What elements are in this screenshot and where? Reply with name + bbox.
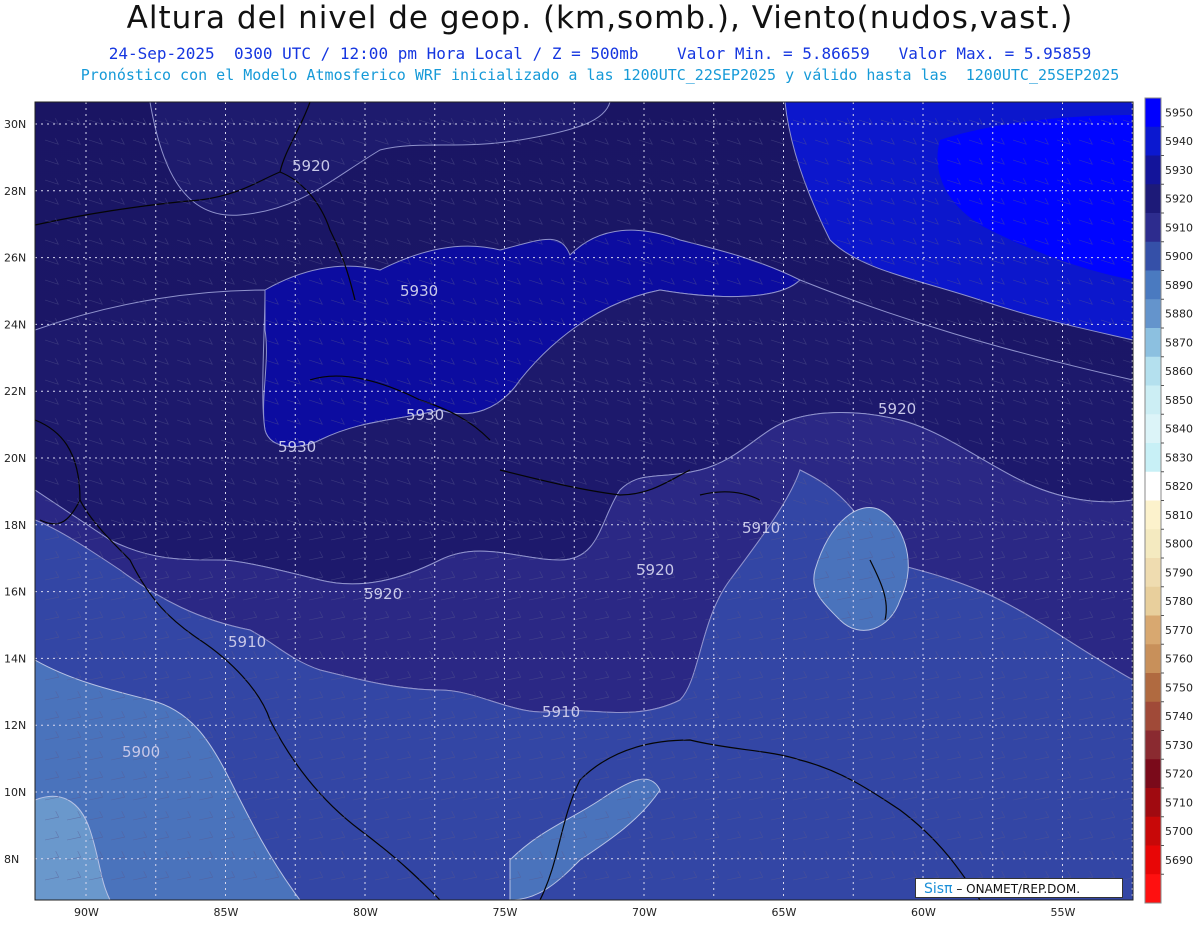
contour-label: 5930 xyxy=(400,282,438,300)
colorbar-swatch xyxy=(1145,558,1161,588)
latitude-labels: 30N 28N 26N 24N 22N 20N 18N 16N 14N 12N 10N 8N xyxy=(4,118,26,866)
colorbar-swatch xyxy=(1145,184,1161,214)
colorbar-label: 5780 xyxy=(1165,595,1193,608)
colorbar-swatch xyxy=(1145,730,1161,760)
longitude-label: 75W xyxy=(493,906,518,919)
colorbar-label: 5860 xyxy=(1165,365,1193,378)
colorbar: 5950 5940 5930 5920 5910 5900 5890 5880 5870 5860… xyxy=(1144,97,1193,904)
colorbar-label: 5840 xyxy=(1165,423,1193,436)
colorbar-swatch xyxy=(1145,586,1161,616)
colorbar-swatch xyxy=(1145,788,1161,818)
colorbar-label: 5800 xyxy=(1165,538,1193,551)
longitude-label: 80W xyxy=(353,906,378,919)
contour-label: 5910 xyxy=(542,703,580,721)
colorbar-label: 5900 xyxy=(1165,250,1193,263)
contour-label: 5910 xyxy=(742,519,780,537)
colorbar-swatch xyxy=(1145,270,1161,300)
colorbar-swatch xyxy=(1145,241,1161,271)
latitude-label: 16N xyxy=(4,586,26,599)
colorbar-label: 5870 xyxy=(1165,336,1193,349)
colorbar-swatch xyxy=(1145,299,1161,329)
colorbar-swatch xyxy=(1145,213,1161,243)
latitude-label: 8N xyxy=(4,853,19,866)
colorbar-label: 5740 xyxy=(1165,710,1193,723)
colorbar-label: 5880 xyxy=(1165,308,1193,321)
longitude-labels: 90W 85W 80W 75W 70W 65W 60W 55W xyxy=(74,906,1075,919)
latitude-label: 20N xyxy=(4,452,26,465)
colorbar-swatch xyxy=(1145,471,1161,501)
colorbar-label: 5710 xyxy=(1165,796,1193,809)
sispi-logo-text: Sisπ xyxy=(924,881,953,897)
contour-label: 5910 xyxy=(228,633,266,651)
colorbar-label: 5810 xyxy=(1165,509,1193,522)
colorbar-swatch xyxy=(1145,673,1161,703)
latitude-label: 22N xyxy=(4,385,26,398)
latitude-label: 10N xyxy=(4,786,26,799)
latitude-label: 30N xyxy=(4,118,26,131)
colorbar-swatch xyxy=(1145,328,1161,358)
colorbar-swatch xyxy=(1145,500,1161,530)
colorbar-label: 5790 xyxy=(1165,566,1193,579)
contour-label: 5900 xyxy=(122,743,160,761)
colorbar-swatch xyxy=(1145,874,1161,904)
geopotential-map: 5920 5930 5930 5930 5920 5910 5920 5920 … xyxy=(4,97,1193,919)
colorbar-label: 5770 xyxy=(1165,624,1193,637)
colorbar-label: 5850 xyxy=(1165,394,1193,407)
contour-label: 5920 xyxy=(364,585,402,603)
colorbar-swatch xyxy=(1145,98,1161,128)
longitude-label: 90W xyxy=(74,906,99,919)
colorbar-swatch xyxy=(1145,816,1161,846)
longitude-label: 65W xyxy=(772,906,797,919)
latitude-label: 24N xyxy=(4,318,26,331)
colorbar-label: 5890 xyxy=(1165,279,1193,292)
colorbar-label: 5930 xyxy=(1165,164,1193,177)
latitude-label: 14N xyxy=(4,652,26,665)
colorbar-label: 5940 xyxy=(1165,135,1193,148)
colorbar-swatch xyxy=(1145,644,1161,674)
colorbar-swatch xyxy=(1145,155,1161,185)
colorbar-swatch xyxy=(1145,414,1161,444)
colorbar-label: 5950 xyxy=(1165,106,1193,119)
colorbar-swatch xyxy=(1145,356,1161,386)
colorbar-label: 5760 xyxy=(1165,653,1193,666)
longitude-label: 70W xyxy=(632,906,657,919)
contour-label: 5920 xyxy=(636,561,674,579)
colorbar-label: 5700 xyxy=(1165,825,1193,838)
colorbar-swatch xyxy=(1145,126,1161,156)
colorbar-swatch xyxy=(1145,385,1161,415)
colorbar-label: 5820 xyxy=(1165,480,1193,493)
colorbar-swatch xyxy=(1145,759,1161,789)
colorbar-swatch xyxy=(1145,529,1161,559)
colorbar-swatch xyxy=(1145,615,1161,645)
latitude-label: 28N xyxy=(4,185,26,198)
colorbar-label: 5910 xyxy=(1165,221,1193,234)
latitude-label: 18N xyxy=(4,519,26,532)
colorbar-swatch xyxy=(1145,701,1161,731)
longitude-label: 60W xyxy=(911,906,936,919)
contour-label: 5930 xyxy=(278,438,316,456)
onamet-logo: Sisπ – ONAMET/REP.DOM. xyxy=(915,878,1123,898)
logo-org: – ONAMET/REP.DOM. xyxy=(956,882,1081,896)
contour-label: 5930 xyxy=(406,406,444,424)
longitude-label: 55W xyxy=(1051,906,1076,919)
colorbar-swatch xyxy=(1145,443,1161,473)
colorbar-label: 5690 xyxy=(1165,854,1193,867)
contour-label: 5920 xyxy=(292,157,330,175)
latitude-label: 12N xyxy=(4,719,26,732)
colorbar-label: 5750 xyxy=(1165,681,1193,694)
colorbar-label: 5720 xyxy=(1165,768,1193,781)
colorbar-label: 5730 xyxy=(1165,739,1193,752)
colorbar-label: 5830 xyxy=(1165,451,1193,464)
colorbar-label: 5920 xyxy=(1165,193,1193,206)
contour-label: 5920 xyxy=(878,400,916,418)
longitude-label: 85W xyxy=(214,906,239,919)
latitude-label: 26N xyxy=(4,252,26,265)
colorbar-swatch xyxy=(1145,845,1161,875)
